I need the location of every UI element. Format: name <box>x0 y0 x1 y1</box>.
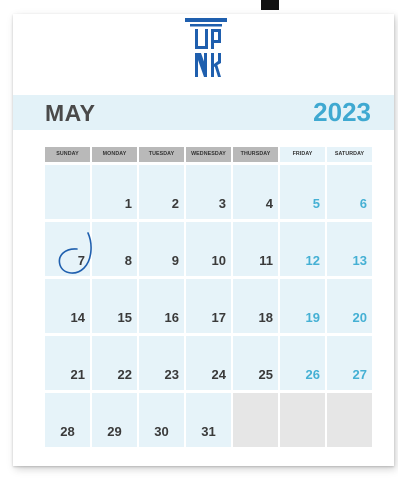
day-cell[interactable]: 1 <box>92 165 137 219</box>
weekday-header-monday: MONDAY <box>92 147 137 162</box>
weekday-header-wednesday: WEDNESDAY <box>186 147 231 162</box>
day-number: 10 <box>211 253 226 268</box>
day-number: 31 <box>201 424 216 439</box>
day-number: 6 <box>359 196 367 211</box>
day-number: 9 <box>171 253 179 268</box>
day-cell-empty <box>327 393 372 447</box>
day-number: 14 <box>70 310 85 325</box>
binder-clip <box>261 0 279 10</box>
day-cell-empty <box>233 393 278 447</box>
day-cell[interactable]: 12 <box>280 222 325 276</box>
day-number: 28 <box>60 424 75 439</box>
day-cell[interactable]: 21 <box>45 336 90 390</box>
day-cell[interactable]: 20 <box>327 279 372 333</box>
day-number: 16 <box>164 310 179 325</box>
day-cell[interactable]: 26 <box>280 336 325 390</box>
day-number: 4 <box>265 196 273 211</box>
day-cell[interactable]: 22 <box>92 336 137 390</box>
day-cell[interactable]: 9 <box>139 222 184 276</box>
day-cell[interactable]: 2 <box>139 165 184 219</box>
weekday-header-thursday: THURSDAY <box>233 147 278 162</box>
day-cell[interactable]: 6 <box>327 165 372 219</box>
day-number: 1 <box>124 196 132 211</box>
weekday-header-sunday: SUNDAY <box>45 147 90 162</box>
day-number: 19 <box>305 310 320 325</box>
day-number: 18 <box>258 310 273 325</box>
day-number: 11 <box>259 253 273 268</box>
day-cell[interactable]: 25 <box>233 336 278 390</box>
day-number: 25 <box>258 367 273 382</box>
day-cell[interactable]: 15 <box>92 279 137 333</box>
day-cell[interactable]: 31 <box>186 393 231 447</box>
day-cell[interactable]: 13 <box>327 222 372 276</box>
day-cell[interactable]: 30 <box>139 393 184 447</box>
day-number: 12 <box>305 253 320 268</box>
day-number: 8 <box>124 253 132 268</box>
calendar-grid: 1 2 3 4 5 6 7 8 9 10 11 12 13 14 15 16 1… <box>45 165 372 447</box>
day-cell[interactable]: 27 <box>327 336 372 390</box>
day-cell[interactable]: 28 <box>45 393 90 447</box>
day-number: 2 <box>171 196 179 211</box>
day-cell[interactable]: 14 <box>45 279 90 333</box>
day-number: 27 <box>352 367 367 382</box>
hand-drawn-circle-icon <box>58 232 92 274</box>
day-number: 26 <box>305 367 320 382</box>
day-number: 5 <box>312 196 320 211</box>
day-number: 24 <box>211 367 226 382</box>
day-cell-empty <box>45 165 90 219</box>
day-cell[interactable]: 24 <box>186 336 231 390</box>
day-cell[interactable]: 17 <box>186 279 231 333</box>
day-cell[interactable]: 23 <box>139 336 184 390</box>
day-cell[interactable]: 19 <box>280 279 325 333</box>
weekday-header-tuesday: TUESDAY <box>139 147 184 162</box>
day-number: 20 <box>352 310 367 325</box>
day-number: 21 <box>70 367 85 382</box>
day-number: 23 <box>164 367 179 382</box>
year-title: 2023 <box>313 97 371 127</box>
day-cell[interactable]: 4 <box>233 165 278 219</box>
day-number: 22 <box>117 367 132 382</box>
weekday-header-saturday: SATURDAY <box>327 147 372 162</box>
weekday-header-friday: FRIDAY <box>280 147 325 162</box>
day-number: 29 <box>107 424 122 439</box>
day-cell-empty <box>280 393 325 447</box>
day-cell[interactable]: 3 <box>186 165 231 219</box>
weekday-header-row: SUNDAY MONDAY TUESDAY WEDNESDAY THURSDAY… <box>45 147 372 162</box>
day-cell[interactable]: 10 <box>186 222 231 276</box>
day-number: 30 <box>154 424 169 439</box>
day-cell[interactable]: 16 <box>139 279 184 333</box>
day-cell[interactable]: 11 <box>233 222 278 276</box>
day-cell[interactable]: 29 <box>92 393 137 447</box>
pillar-logo <box>185 18 227 77</box>
day-cell[interactable]: 5 <box>280 165 325 219</box>
day-number: 13 <box>352 253 367 268</box>
day-number: 3 <box>218 196 226 211</box>
day-number: 15 <box>117 310 132 325</box>
day-cell[interactable]: 18 <box>233 279 278 333</box>
month-title: MAY <box>45 100 96 126</box>
day-number: 17 <box>211 310 226 325</box>
